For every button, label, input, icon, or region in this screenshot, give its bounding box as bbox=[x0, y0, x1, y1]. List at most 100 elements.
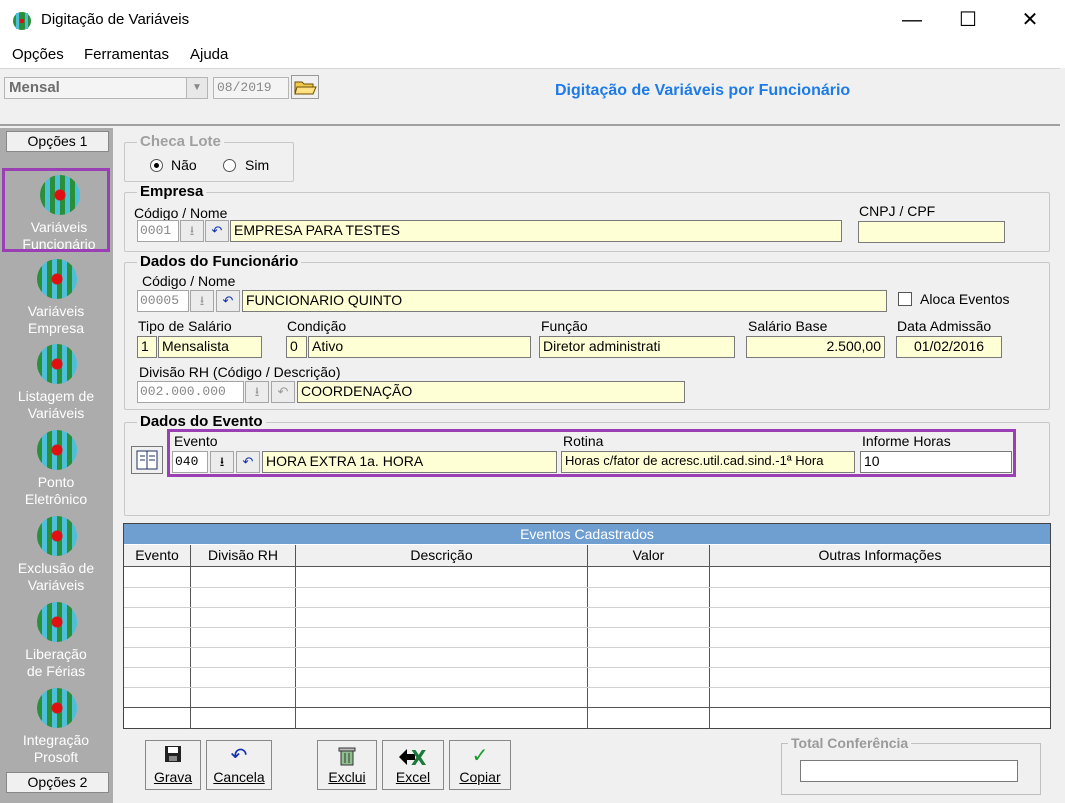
column-header-descricao[interactable]: Descrição bbox=[296, 545, 588, 567]
app-module-icon bbox=[40, 175, 80, 215]
sidebar-item-exclusao-variaveis[interactable]: Exclusão de Variáveis bbox=[2, 512, 110, 596]
table-row[interactable] bbox=[124, 607, 1050, 608]
period-select[interactable]: Mensal bbox=[4, 77, 208, 99]
download-icon[interactable]: ⭳ bbox=[180, 220, 204, 242]
rotina-field[interactable]: Horas c/fator de acresc.util.cad.sind.-1… bbox=[561, 451, 855, 473]
table-row[interactable] bbox=[124, 707, 1050, 708]
app-module-icon bbox=[37, 516, 77, 556]
sidebar-header-opcoes-1[interactable]: Opções 1 bbox=[6, 131, 109, 152]
radio-nao-label: Não bbox=[171, 157, 197, 173]
sidebar-header-opcoes-2[interactable]: Opções 2 bbox=[6, 772, 109, 793]
divisao-rh-label: Divisão RH (Código / Descrição) bbox=[139, 364, 341, 380]
grava-label: Grava bbox=[153, 769, 193, 785]
sidebar-item-variaveis-empresa[interactable]: Variáveis Empresa bbox=[2, 255, 110, 339]
download-icon[interactable]: ⭳ bbox=[190, 290, 214, 312]
menu-bar: Opções Ferramentas Ajuda bbox=[0, 42, 1065, 68]
evento-code-field[interactable]: 040 bbox=[172, 451, 208, 473]
divisao-name-field[interactable]: COORDENAÇÃO bbox=[297, 381, 685, 403]
svg-text:X: X bbox=[411, 746, 427, 769]
data-admissao-label: Data Admissão bbox=[897, 318, 992, 334]
copiar-label: Copiar bbox=[459, 769, 501, 785]
app-module-icon bbox=[37, 602, 77, 642]
checa-lote-legend: Checa Lote bbox=[137, 133, 224, 150]
funcionario-code-field[interactable]: 00005 bbox=[137, 290, 189, 312]
app-module-icon bbox=[37, 688, 77, 728]
sidebar-item-label: Variáveis bbox=[27, 405, 85, 421]
undo-icon[interactable]: ↶ bbox=[216, 290, 240, 312]
salario-base-label: Salário Base bbox=[748, 318, 828, 334]
menu-opcoes[interactable]: Opções bbox=[12, 46, 64, 63]
open-folder-button[interactable] bbox=[291, 75, 319, 99]
evento-label: Evento bbox=[174, 433, 218, 449]
informe-horas-field[interactable]: 10 bbox=[860, 451, 1012, 473]
copiar-button[interactable]: ✓ Copiar bbox=[449, 740, 511, 790]
table-row[interactable] bbox=[124, 627, 1050, 628]
undo-icon[interactable]: ↶ bbox=[236, 451, 260, 473]
data-admissao-field[interactable]: 01/02/2016 bbox=[896, 336, 1002, 358]
menu-ajuda[interactable]: Ajuda bbox=[190, 46, 228, 63]
rotina-label: Rotina bbox=[563, 433, 604, 449]
radio-sim[interactable] bbox=[223, 159, 236, 172]
sidebar-item-label: Empresa bbox=[27, 320, 85, 336]
book-icon bbox=[136, 450, 158, 470]
undo-icon: ↶ bbox=[230, 745, 248, 767]
download-icon[interactable]: ⭳ bbox=[210, 451, 234, 473]
close-button[interactable]: ✕ bbox=[1002, 0, 1058, 42]
sidebar-item-variaveis-funcionario[interactable]: Variáveis Funcionário bbox=[2, 168, 110, 252]
column-header-valor[interactable]: Valor bbox=[588, 545, 710, 567]
sidebar-item-ponto-eletronico[interactable]: Ponto Eletrônico bbox=[2, 426, 110, 510]
table-row[interactable] bbox=[124, 647, 1050, 648]
undo-icon[interactable]: ↶ bbox=[271, 381, 295, 403]
aloca-eventos-checkbox[interactable] bbox=[898, 292, 912, 306]
title-bar: Digitação de Variáveis — ☐ ✕ bbox=[0, 0, 1065, 42]
menu-ferramentas[interactable]: Ferramentas bbox=[84, 46, 169, 63]
column-header-outras-informacoes[interactable]: Outras Informações bbox=[710, 545, 1050, 567]
eventos-table[interactable]: Eventos Cadastrados Evento Divisão RH De… bbox=[123, 523, 1051, 729]
grava-button[interactable]: Grava bbox=[145, 740, 201, 790]
sidebar-item-label: Eletrônico bbox=[24, 491, 88, 507]
exclui-button[interactable]: Exclui bbox=[317, 740, 377, 790]
total-conferencia-legend: Total Conferência bbox=[788, 735, 912, 751]
undo-icon[interactable]: ↶ bbox=[205, 220, 229, 242]
app-icon bbox=[12, 11, 32, 31]
empresa-code-field[interactable]: 0001 bbox=[137, 220, 179, 242]
sidebar-item-listagem-variaveis[interactable]: Listagem de Variáveis bbox=[2, 340, 110, 424]
excel-button[interactable]: X Excel bbox=[382, 740, 444, 790]
maximize-button[interactable]: ☐ bbox=[940, 0, 996, 42]
sidebar-item-label: Exclusão de bbox=[17, 560, 95, 576]
sidebar-item-integracao-prosoft[interactable]: Integração Prosoft bbox=[2, 684, 110, 768]
chevron-down-icon[interactable]: ▼ bbox=[186, 77, 208, 99]
sidebar-item-label: Prosoft bbox=[33, 749, 79, 765]
table-row[interactable] bbox=[124, 687, 1050, 688]
aloca-eventos-label: Aloca Eventos bbox=[920, 291, 1010, 307]
total-conferencia-field[interactable] bbox=[800, 760, 1018, 782]
condicao-name[interactable]: Ativo bbox=[308, 336, 531, 358]
funcionario-legend: Dados do Funcionário bbox=[137, 253, 302, 270]
tipo-salario-name[interactable]: Mensalista bbox=[158, 336, 262, 358]
table-row[interactable] bbox=[124, 587, 1050, 588]
evento-name-field[interactable]: HORA EXTRA 1a. HORA bbox=[262, 451, 557, 473]
sidebar-item-liberacao-ferias[interactable]: Liberação de Férias bbox=[2, 598, 110, 682]
divisao-code-field[interactable]: 002.000.000 bbox=[137, 381, 244, 403]
salario-base-field[interactable]: 2.500,00 bbox=[746, 336, 885, 358]
tipo-salario-code[interactable]: 1 bbox=[137, 336, 157, 358]
table-row[interactable] bbox=[124, 667, 1050, 668]
column-header-evento[interactable]: Evento bbox=[124, 545, 191, 567]
app-module-icon bbox=[37, 344, 77, 384]
cancela-button[interactable]: ↶ Cancela bbox=[206, 740, 272, 790]
sidebar-item-label: Integração bbox=[22, 732, 90, 748]
funcionario-name-field[interactable]: FUNCIONARIO QUINTO bbox=[242, 290, 887, 312]
radio-nao[interactable] bbox=[150, 159, 163, 172]
column-header-divisao-rh[interactable]: Divisão RH bbox=[191, 545, 296, 567]
save-icon bbox=[146, 745, 200, 768]
book-lookup-button[interactable] bbox=[131, 446, 163, 474]
download-icon[interactable]: ⭳ bbox=[245, 381, 269, 403]
funcao-field[interactable]: Diretor administrati bbox=[539, 336, 735, 358]
sidebar-item-label: Listagem de bbox=[17, 388, 95, 404]
minimize-button[interactable]: — bbox=[884, 0, 940, 42]
date-field[interactable]: 08/2019 bbox=[213, 77, 289, 99]
column-divider bbox=[295, 567, 296, 729]
empresa-name-field[interactable]: EMPRESA PARA TESTES bbox=[230, 220, 842, 242]
cnpj-field[interactable] bbox=[858, 221, 1005, 243]
condicao-code[interactable]: 0 bbox=[286, 336, 307, 358]
